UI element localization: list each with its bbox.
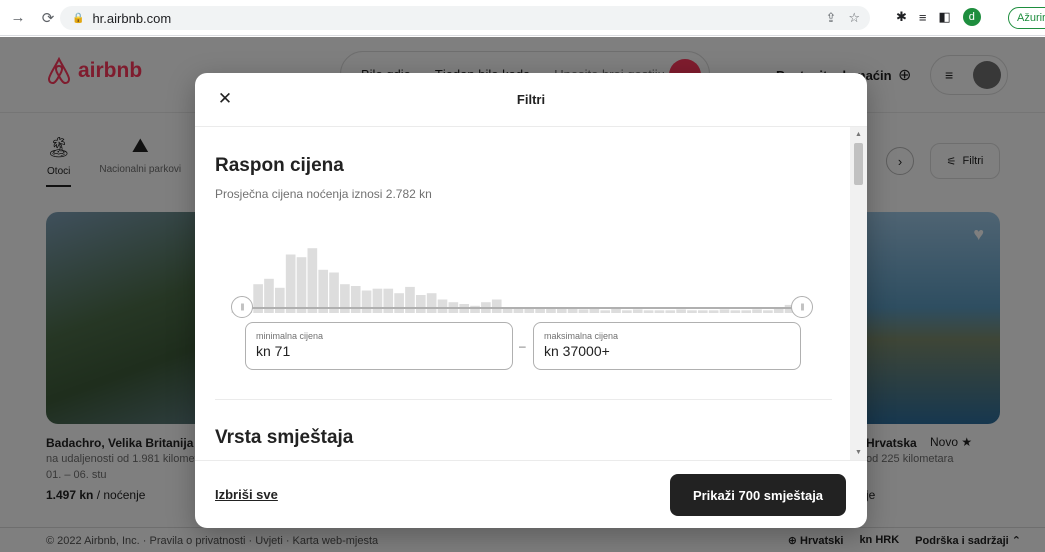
bookmark-star-icon[interactable]: ☆ bbox=[848, 10, 860, 26]
histogram-bar bbox=[708, 310, 719, 313]
reading-list-icon[interactable]: ≡ bbox=[919, 10, 927, 25]
histogram-bar bbox=[415, 295, 426, 313]
histogram-bar bbox=[405, 286, 415, 313]
filters-modal: ✕ Filtri Raspon cijena Prosječna cijena … bbox=[195, 73, 867, 528]
histogram-bar bbox=[361, 290, 372, 313]
max-price-handle[interactable]: ||| bbox=[791, 296, 813, 318]
histogram-bar bbox=[383, 288, 394, 313]
histogram-bar bbox=[426, 293, 437, 313]
price-range-title: Raspon cijena bbox=[215, 155, 344, 176]
share-icon[interactable]: ⇪ bbox=[825, 10, 836, 26]
scrollbar-thumb[interactable] bbox=[854, 143, 863, 185]
address-bar[interactable]: 🔒 hr.airbnb.com ⇪ ☆ bbox=[60, 6, 870, 30]
histogram-bar bbox=[632, 309, 643, 313]
histogram-bar bbox=[611, 308, 621, 313]
histogram-bar bbox=[285, 254, 296, 313]
price-slider-track bbox=[247, 307, 807, 309]
url-text: hr.airbnb.com bbox=[92, 10, 172, 26]
price-histogram bbox=[231, 248, 795, 313]
histogram-bar bbox=[773, 308, 784, 313]
range-separator: – bbox=[519, 339, 526, 353]
histogram-bar bbox=[741, 310, 752, 313]
modal-body: Raspon cijena Prosječna cijena noćenja i… bbox=[195, 127, 867, 460]
scroll-up-arrow-icon[interactable]: ▲ bbox=[855, 131, 862, 138]
modal-header: ✕ Filtri bbox=[195, 73, 867, 127]
scroll-down-arrow-icon[interactable]: ▼ bbox=[855, 449, 862, 456]
section-divider bbox=[215, 399, 832, 400]
property-type-title: Vrsta smještaja bbox=[215, 427, 354, 448]
side-panel-icon[interactable]: ◧ bbox=[939, 9, 951, 25]
histogram-bar bbox=[665, 310, 676, 313]
modal-footer: Izbriši sve Prikaži 700 smještaja bbox=[195, 460, 867, 528]
histogram-bar bbox=[524, 308, 535, 313]
histogram-bar bbox=[763, 310, 773, 313]
forward-icon[interactable]: → bbox=[6, 6, 30, 30]
update-button[interactable]: Ažuriraj bbox=[1008, 7, 1045, 29]
max-price-label: maksimalna cijena bbox=[544, 331, 619, 341]
histogram-bar bbox=[622, 310, 632, 313]
max-price-field[interactable]: maksimalna cijena kn 37000+ bbox=[533, 322, 801, 370]
min-price-label: minimalna cijena bbox=[256, 331, 324, 341]
histogram-bar bbox=[578, 309, 589, 313]
histogram-bar bbox=[676, 309, 686, 313]
histogram-bar bbox=[535, 308, 545, 313]
close-icon[interactable]: ✕ bbox=[215, 89, 235, 109]
histogram-bar bbox=[687, 310, 697, 313]
histogram-bar bbox=[372, 288, 383, 313]
histogram-bar bbox=[752, 309, 762, 313]
histogram-bar bbox=[643, 310, 654, 313]
histogram-bar bbox=[556, 308, 567, 313]
histogram-bar bbox=[307, 248, 318, 313]
price-range-subtitle: Prosječna cijena noćenja iznosi 2.782 kn bbox=[215, 187, 432, 201]
min-price-value: kn 71 bbox=[256, 343, 291, 359]
show-results-button[interactable]: Prikaži 700 smještaja bbox=[670, 474, 846, 516]
modal-title: Filtri bbox=[516, 92, 546, 107]
reload-icon[interactable]: ⟳ bbox=[36, 6, 60, 30]
histogram-bar bbox=[654, 310, 665, 313]
max-price-value: kn 37000+ bbox=[544, 343, 610, 359]
histogram-bar bbox=[567, 308, 578, 313]
histogram-bar bbox=[274, 287, 285, 313]
histogram-bar bbox=[697, 310, 708, 313]
histogram-bar bbox=[600, 310, 611, 313]
histogram-bar bbox=[589, 308, 600, 313]
histogram-bar bbox=[730, 310, 741, 313]
browser-toolbar: → ⟳ 🔒 hr.airbnb.com ⇪ ☆ ✱ ≡ ◧ d Ažuriraj bbox=[0, 0, 1045, 36]
min-price-field[interactable]: minimalna cijena kn 71 bbox=[245, 322, 513, 370]
lock-icon: 🔒 bbox=[72, 12, 85, 24]
extensions-icon[interactable]: ✱ bbox=[896, 9, 907, 25]
histogram-bar bbox=[394, 293, 404, 313]
histogram-bar bbox=[719, 309, 730, 313]
modal-scrollbar[interactable]: ▲ ▼ bbox=[850, 127, 867, 460]
clear-all-button[interactable]: Izbriši sve bbox=[215, 487, 278, 502]
min-price-handle[interactable]: ||| bbox=[231, 296, 253, 318]
profile-avatar[interactable]: d bbox=[962, 8, 981, 26]
histogram-bar bbox=[296, 257, 307, 313]
